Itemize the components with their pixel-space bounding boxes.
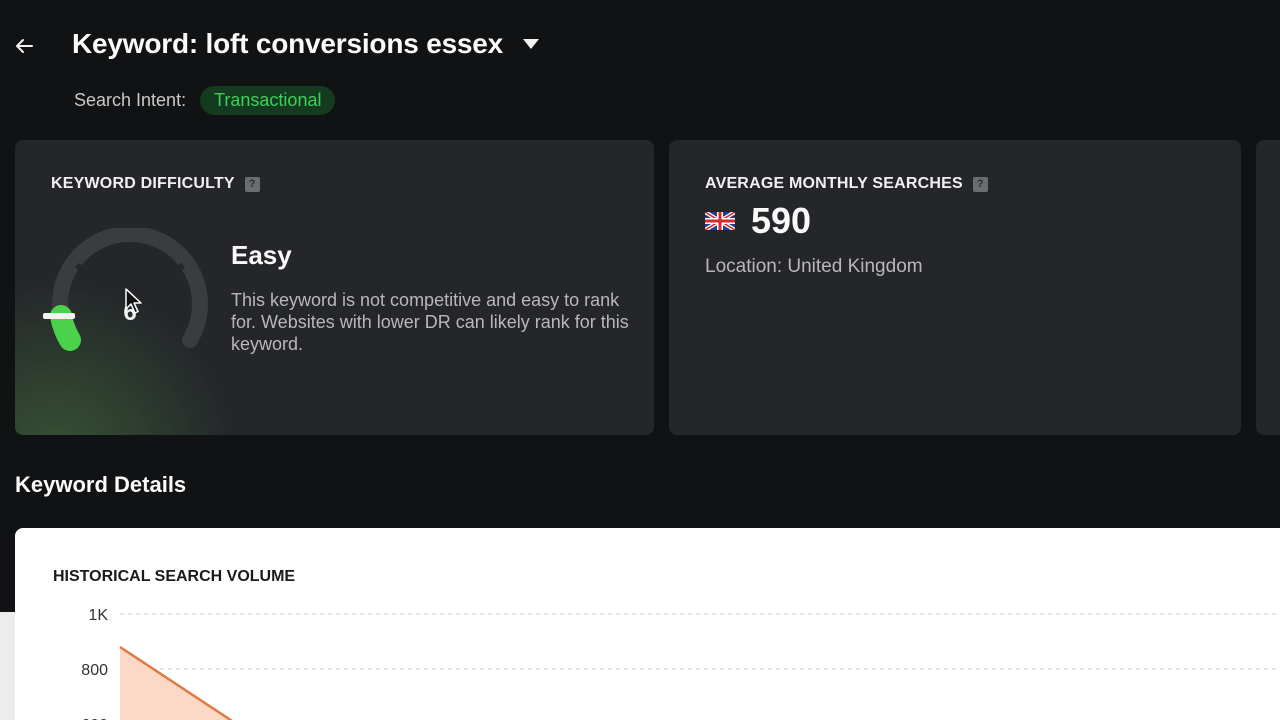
gauge-divider xyxy=(170,262,186,278)
y-tick-label: 1K xyxy=(88,607,108,624)
back-button[interactable] xyxy=(10,32,38,60)
average-monthly-searches-header: AVERAGE MONTHLY SEARCHES ? xyxy=(705,175,988,193)
difficulty-description: This keyword is not competitive and easy… xyxy=(231,290,629,354)
gauge-divider xyxy=(74,262,90,278)
uk-flag-icon xyxy=(705,212,735,230)
search-intent-row: Search Intent: Transactional xyxy=(74,86,336,115)
monthly-searches-value: 590 xyxy=(751,200,812,241)
arrow-left-icon xyxy=(16,39,33,53)
gauge-fill xyxy=(50,305,81,351)
help-icon[interactable]: ? xyxy=(972,176,988,192)
difficulty-level: Easy xyxy=(231,240,292,270)
keyword-difficulty-card: KEYWORD DIFFICULTY ? 6 Easy This keyword… xyxy=(15,140,654,435)
historical-search-volume-panel: HISTORICAL SEARCH VOLUME 1K800600 xyxy=(15,528,1280,720)
left-strip xyxy=(0,612,15,720)
caret-down-icon xyxy=(523,39,540,49)
y-tick-label: 800 xyxy=(81,662,108,679)
keyword-dropdown-toggle[interactable] xyxy=(519,32,543,56)
searches-location: Location: United Kingdom xyxy=(705,256,923,277)
search-intent-label: Search Intent: xyxy=(74,90,187,110)
help-icon[interactable]: ? xyxy=(244,176,260,192)
keyword-difficulty-heading: KEYWORD DIFFICULTY xyxy=(51,175,235,192)
search-intent-badge: Transactional xyxy=(200,86,336,115)
gauge-marker xyxy=(43,313,75,319)
mouse-cursor-icon xyxy=(125,288,142,314)
keyword-details-heading: Keyword Details xyxy=(15,472,187,497)
searches-value-row: 590 xyxy=(705,200,811,242)
average-monthly-searches-card: AVERAGE MONTHLY SEARCHES ? 590 Location:… xyxy=(669,140,1241,435)
next-card-edge xyxy=(1256,140,1280,435)
historical-search-volume-chart: 1K800600 xyxy=(81,607,1280,720)
average-monthly-searches-heading: AVERAGE MONTHLY SEARCHES xyxy=(705,175,963,192)
page-title: Keyword: loft conversions essex xyxy=(72,28,504,59)
title-row: Keyword: loft conversions essex xyxy=(72,28,543,60)
keyword-difficulty-header: KEYWORD DIFFICULTY ? xyxy=(51,175,260,193)
